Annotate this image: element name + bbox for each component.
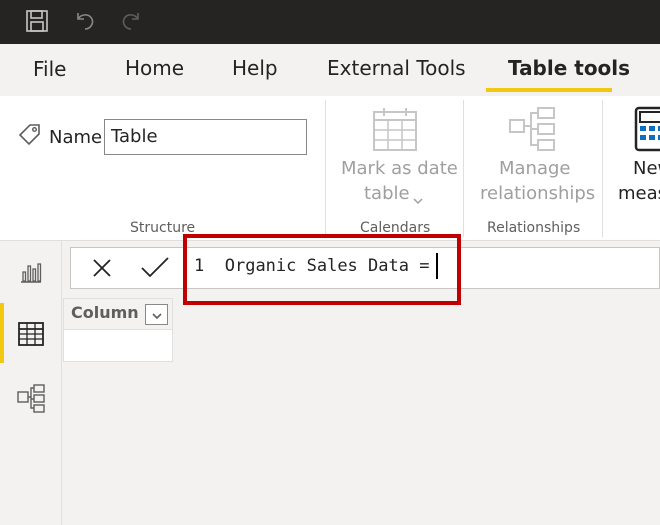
tab-file[interactable]: File (33, 57, 66, 81)
active-tab-indicator (486, 88, 612, 92)
redo-icon[interactable] (116, 6, 146, 36)
manage-relationships-button[interactable]: Manage relationships (474, 156, 596, 210)
new-measure-label-line1: New (633, 158, 660, 179)
undo-icon[interactable] (70, 6, 100, 36)
view-switcher-rail (0, 241, 62, 525)
model-view-icon[interactable] (14, 381, 48, 415)
mark-as-date-label-line2: table (364, 183, 410, 204)
manage-label-line1: Manage (499, 158, 571, 179)
manage-relationships-icon (508, 106, 556, 156)
tab-table-tools[interactable]: Table tools (508, 56, 630, 80)
commit-formula-icon[interactable] (138, 252, 172, 284)
calendar-icon (372, 106, 418, 156)
data-view-icon[interactable] (14, 317, 48, 351)
new-measure-label-line2: measure (618, 183, 660, 204)
name-label: Name (49, 127, 103, 148)
ribbon: Name Table Structure Mark as date table … (0, 96, 660, 241)
ribbon-separator (602, 100, 603, 237)
report-view-icon[interactable] (14, 255, 48, 289)
chevron-down-icon (413, 190, 423, 209)
title-bar (0, 0, 660, 44)
mark-as-date-label-line1: Mark as date (341, 158, 458, 179)
tab-home[interactable]: Home (125, 56, 184, 80)
calculator-icon (634, 106, 660, 156)
relationships-group-label: Relationships (487, 220, 581, 236)
name-input[interactable]: Table (104, 119, 307, 155)
ribbon-separator (463, 100, 464, 237)
save-icon[interactable] (22, 6, 52, 36)
new-measure-button[interactable]: New measure (612, 156, 660, 210)
column-header-label: Column (71, 303, 139, 322)
manage-label-line2: relationships (480, 183, 596, 204)
formula-highlight-box (183, 234, 461, 305)
ribbon-separator (325, 100, 326, 237)
tag-icon (17, 122, 43, 152)
mark-as-date-table-button[interactable]: Mark as date table (337, 156, 458, 210)
cancel-formula-icon[interactable] (86, 252, 118, 284)
chevron-down-icon (151, 305, 162, 324)
column-filter-button[interactable] (145, 304, 168, 325)
tab-external-tools[interactable]: External Tools (327, 56, 466, 80)
active-view-indicator (0, 303, 4, 363)
table-cell[interactable] (63, 330, 173, 362)
tab-help[interactable]: Help (232, 56, 278, 80)
